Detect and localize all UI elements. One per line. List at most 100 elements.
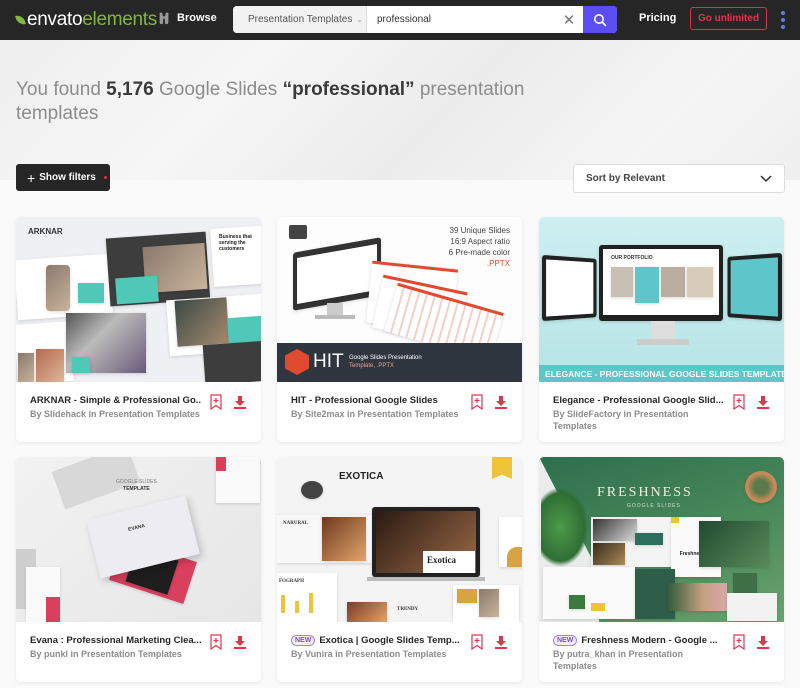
item-meta: ARKNAR - Simple & Professional Go... By …	[16, 382, 261, 442]
bookmark-add-icon[interactable]	[470, 634, 484, 650]
thumb-banner: ELEGANCE - PROFESSIONAL GOOGLE SLIDES TE…	[539, 365, 784, 382]
item-meta: Evana : Professional Marketing Clea... B…	[16, 622, 261, 682]
plus-icon: +	[27, 169, 36, 186]
thumb-text: .PPTX	[486, 259, 510, 268]
item-author[interactable]: By Site2max in Presentation Templates	[291, 408, 462, 420]
show-filters-label: Show filters	[39, 172, 96, 183]
more-vertical-icon[interactable]	[780, 11, 786, 29]
search-category-label: Presentation Templates	[248, 14, 353, 25]
item-author[interactable]: By Vunira in Presentation Templates	[291, 648, 462, 660]
bookmark-add-icon[interactable]	[209, 394, 223, 410]
results-count: 5,176	[106, 79, 154, 100]
thumb-text: 16:9 Aspect ratio	[450, 237, 510, 246]
item-card[interactable]: FRESHNESS GOOGLE SLIDES Freshness Best L…	[539, 457, 784, 682]
item-title-text: HIT - Professional Google Slides	[291, 395, 438, 406]
item-author[interactable]: By punkl in Presentation Templates	[30, 648, 201, 660]
browse-button[interactable]: Browse	[157, 11, 217, 25]
pricing-link[interactable]: Pricing	[639, 12, 676, 24]
results-platform: Google Slides	[159, 79, 278, 100]
close-icon: ✕	[562, 11, 576, 29]
item-meta: NEW Freshness Modern - Google ... By putr…	[539, 622, 784, 682]
item-thumbnail[interactable]: ARKNAR Business that serving the custome…	[16, 217, 261, 382]
item-author[interactable]: By Slidehack in Presentation Templates	[30, 408, 201, 420]
results-headline: You found 5,176 Google Slides “professio…	[16, 78, 536, 126]
results-prefix: You found	[16, 79, 101, 100]
top-nav: envato elements Browse Presentation Templ…	[0, 0, 800, 40]
logo-text-elements: elements	[82, 9, 157, 30]
go-unlimited-button[interactable]: Go unlimited	[690, 7, 767, 30]
thumb-text: FOGRAPH	[279, 579, 304, 584]
item-title-text: Elegance - Professional Google Slid...	[553, 395, 724, 406]
chevron-down-icon	[760, 174, 772, 182]
item-title-text: Exotica | Google Slides Temp...	[319, 635, 460, 646]
new-badge: NEW	[291, 635, 316, 646]
item-thumbnail[interactable]: OUR PORTFOLIO ELEGANCE - PROFESSIONAL GO…	[539, 217, 784, 382]
new-badge: NEW	[553, 635, 578, 646]
item-thumbnail[interactable]: GOOGLE SLIDES TEMPLATE EVANA	[16, 457, 261, 622]
item-card[interactable]: 39 Unique Slides 16:9 Aspect ratio 6 Pre…	[277, 217, 522, 442]
item-title[interactable]: Evana : Professional Marketing Clea...	[30, 634, 201, 647]
search-submit-button[interactable]	[583, 6, 617, 33]
item-title-text: ARKNAR - Simple & Professional Go...	[30, 395, 201, 406]
item-author[interactable]: By SlideFactory in Presentation Template…	[553, 408, 724, 432]
thumb-text: 6 Pre-made color	[448, 248, 510, 257]
thumb-text: Business that serving the customers	[219, 234, 252, 252]
clear-search-button[interactable]: ✕	[555, 6, 583, 33]
download-icon[interactable]	[494, 394, 508, 410]
item-title-text: Freshness Modern - Google ...	[581, 635, 718, 646]
chevron-down-icon: ⌄	[356, 15, 364, 24]
download-icon[interactable]	[494, 634, 508, 650]
item-author[interactable]: By putra_khan in Presentation Templates	[553, 648, 724, 672]
item-thumbnail[interactable]: FRESHNESS GOOGLE SLIDES Freshness Best L…	[539, 457, 784, 622]
item-thumbnail[interactable]: 39 Unique Slides 16:9 Aspect ratio 6 Pre…	[277, 217, 522, 382]
sort-dropdown[interactable]: Sort by Relevant	[573, 164, 785, 193]
item-card[interactable]: GOOGLE SLIDES TEMPLATE EVANA Evana : Pro…	[16, 457, 261, 682]
thumb-text: GOOGLE SLIDES	[627, 503, 681, 509]
bookmark-add-icon[interactable]	[470, 394, 484, 410]
item-card[interactable]: ARKNAR Business that serving the custome…	[16, 217, 261, 442]
bookmark-add-icon[interactable]	[209, 634, 223, 650]
thumb-banner: HIT Google Slides Presentation Template,…	[277, 343, 522, 382]
logo-text-envato: envato	[27, 9, 83, 30]
leaf-icon	[15, 14, 26, 26]
item-title[interactable]: NEW Freshness Modern - Google ...	[553, 634, 724, 647]
item-thumbnail[interactable]: EXOTICA NARURAL Exotica FOGRAPH TRENDY	[277, 457, 522, 622]
item-card[interactable]: EXOTICA NARURAL Exotica FOGRAPH TRENDY N…	[277, 457, 522, 682]
thumb-text: Google Slides Presentation	[349, 355, 422, 361]
search-category-select[interactable]: Presentation Templates ⌄	[233, 6, 367, 33]
bookmark-add-icon[interactable]	[732, 394, 746, 410]
thumb-text: HIT	[313, 351, 344, 372]
browse-label: Browse	[177, 12, 217, 24]
bookmark-add-icon[interactable]	[732, 634, 746, 650]
sort-label: Sort by Relevant	[586, 173, 665, 184]
item-card[interactable]: OUR PORTFOLIO ELEGANCE - PROFESSIONAL GO…	[539, 217, 784, 442]
thumb-text: OUR PORTFOLIO	[611, 255, 653, 261]
item-meta: NEW Exotica | Google Slides Temp... By Vu…	[277, 622, 522, 682]
item-meta: HIT - Professional Google Slides By Site…	[277, 382, 522, 442]
item-meta: Elegance - Professional Google Slid... B…	[539, 382, 784, 442]
thumb-text: EXOTICA	[339, 471, 384, 482]
search-input[interactable]	[367, 6, 555, 33]
thumb-text: Template, .PPTX	[349, 363, 395, 369]
thumb-text: ARKNAR	[28, 227, 63, 236]
download-icon[interactable]	[756, 394, 770, 410]
item-title-text: Evana : Professional Marketing Clea...	[30, 635, 201, 646]
thumb-text: TRENDY	[397, 607, 419, 612]
show-filters-button[interactable]: + Show filters	[16, 164, 110, 191]
download-icon[interactable]	[233, 634, 247, 650]
thumb-text: FRESHNESS	[597, 485, 693, 500]
item-title[interactable]: Elegance - Professional Google Slid...	[553, 394, 724, 407]
thumb-text: NARURAL	[283, 521, 308, 526]
binoculars-icon	[159, 12, 169, 25]
download-icon[interactable]	[756, 634, 770, 650]
envato-elements-logo[interactable]: envato elements	[15, 9, 157, 30]
item-title[interactable]: ARKNAR - Simple & Professional Go...	[30, 394, 201, 407]
download-icon[interactable]	[233, 394, 247, 410]
filter-indicator-dot	[103, 176, 107, 179]
item-title[interactable]: HIT - Professional Google Slides	[291, 394, 462, 407]
item-title[interactable]: NEW Exotica | Google Slides Temp...	[291, 634, 462, 647]
results-query: “professional”	[282, 79, 415, 100]
search-bar: Presentation Templates ⌄ ✕	[233, 6, 617, 33]
thumb-text: TEMPLATE	[123, 486, 150, 492]
thumb-text: Exotica	[427, 555, 456, 565]
